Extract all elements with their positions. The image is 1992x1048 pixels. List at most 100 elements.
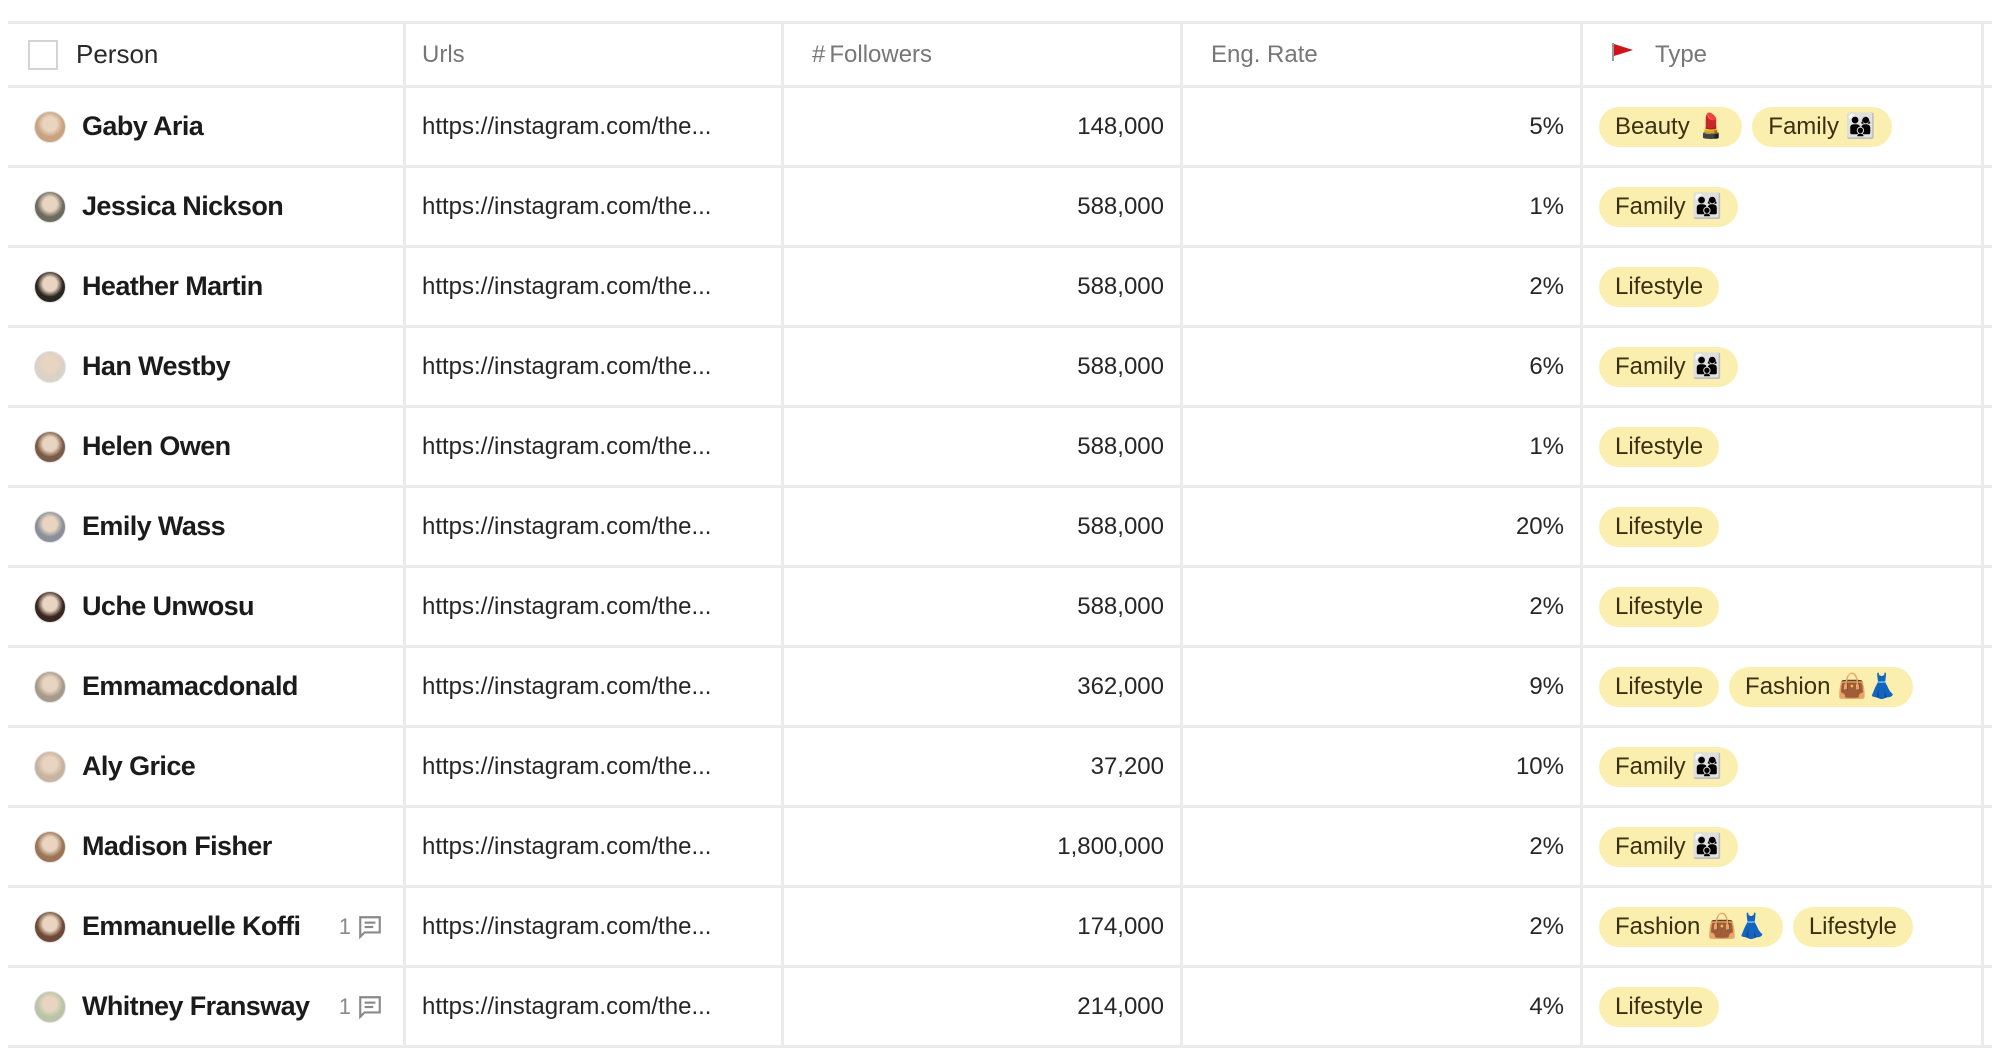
url-link[interactable]: https://instagram.com/the... (422, 193, 711, 221)
url-link[interactable]: https://instagram.com/the... (422, 273, 711, 301)
url-cell[interactable]: https://instagram.com/the... (406, 488, 784, 565)
person-name[interactable]: Madison Fisher (82, 831, 383, 862)
url-cell[interactable]: https://instagram.com/the... (406, 728, 784, 805)
type-tag[interactable]: Lifestyle (1599, 266, 1720, 307)
table-row[interactable]: Jessica Nickson https://instagram.com/th… (8, 168, 1992, 248)
url-link[interactable]: https://instagram.com/the... (422, 353, 711, 381)
person-name[interactable]: Emily Wass (82, 511, 383, 542)
type-cell[interactable]: Lifestyle (1583, 408, 1984, 485)
eng-rate-cell[interactable]: 9% (1183, 648, 1583, 725)
url-cell[interactable]: https://instagram.com/the... (406, 248, 784, 325)
url-link[interactable]: https://instagram.com/the... (422, 993, 711, 1021)
eng-rate-cell[interactable]: 2% (1183, 808, 1583, 885)
url-link[interactable]: https://instagram.com/the... (422, 593, 711, 621)
url-cell[interactable]: https://instagram.com/the... (406, 328, 784, 405)
column-header-eng-rate[interactable]: Eng. Rate (1183, 24, 1583, 85)
url-cell[interactable]: https://instagram.com/the... (406, 968, 784, 1045)
person-name[interactable]: Uche Unwosu (82, 591, 383, 622)
followers-cell[interactable]: 148,000 (784, 88, 1183, 165)
url-link[interactable]: https://instagram.com/the... (422, 513, 711, 541)
followers-cell[interactable]: 37,200 (784, 728, 1183, 805)
type-tag[interactable]: Family 👨‍👩‍👦 (1599, 186, 1739, 227)
url-link[interactable]: https://instagram.com/the... (422, 433, 711, 461)
person-cell[interactable]: Uche Unwosu (8, 568, 406, 645)
eng-rate-cell[interactable]: 2% (1183, 568, 1583, 645)
url-link[interactable]: https://instagram.com/the... (422, 113, 711, 141)
type-tag[interactable]: Beauty 💄 (1599, 106, 1743, 147)
followers-cell[interactable]: 588,000 (784, 488, 1183, 565)
type-tag[interactable]: Lifestyle (1599, 506, 1720, 547)
followers-cell[interactable]: 588,000 (784, 328, 1183, 405)
eng-rate-cell[interactable]: 6% (1183, 328, 1583, 405)
type-cell[interactable]: Lifestyle (1583, 488, 1984, 565)
table-row[interactable]: Gaby Aria https://instagram.com/the... 1… (8, 88, 1992, 168)
followers-cell[interactable]: 588,000 (784, 568, 1183, 645)
type-cell[interactable]: Lifestyle Fashion 👜👗 (1583, 648, 1984, 725)
table-row[interactable]: Heather Martin https://instagram.com/the… (8, 248, 1992, 328)
eng-rate-cell[interactable]: 2% (1183, 888, 1583, 965)
person-name[interactable]: Emmanuelle Koffi (82, 911, 339, 942)
select-all-checkbox[interactable] (28, 39, 58, 70)
person-cell[interactable]: Gaby Aria (8, 88, 406, 165)
person-cell[interactable]: Heather Martin (8, 248, 406, 325)
type-cell[interactable]: Lifestyle (1583, 248, 1984, 325)
followers-cell[interactable]: 174,000 (784, 888, 1183, 965)
url-link[interactable]: https://instagram.com/the... (422, 913, 711, 941)
type-cell[interactable]: Family 👨‍👩‍👦 (1583, 728, 1984, 805)
person-name[interactable]: Emmamacdonald (82, 671, 383, 702)
url-link[interactable]: https://instagram.com/the... (422, 673, 711, 701)
eng-rate-cell[interactable]: 1% (1183, 408, 1583, 485)
url-cell[interactable]: https://instagram.com/the... (406, 408, 784, 485)
type-tag[interactable]: Lifestyle (1792, 906, 1913, 947)
url-cell[interactable]: https://instagram.com/the... (406, 648, 784, 725)
url-cell[interactable]: https://instagram.com/the... (406, 808, 784, 885)
followers-cell[interactable]: 362,000 (784, 648, 1183, 725)
url-cell[interactable]: https://instagram.com/the... (406, 168, 784, 245)
type-tag[interactable]: Lifestyle (1599, 586, 1720, 627)
url-cell[interactable]: https://instagram.com/the... (406, 888, 784, 965)
person-cell[interactable]: Madison Fisher (8, 808, 406, 885)
type-tag[interactable]: Fashion 👜👗 (1729, 666, 1913, 707)
person-cell[interactable]: Emmanuelle Koffi 1 (8, 888, 406, 965)
person-name[interactable]: Aly Grice (82, 751, 383, 782)
type-tag[interactable]: Lifestyle (1599, 426, 1720, 467)
comment-count[interactable]: 1 (339, 994, 383, 1020)
url-link[interactable]: https://instagram.com/the... (422, 753, 711, 781)
column-header-person[interactable]: Person (8, 24, 406, 85)
type-tag[interactable]: Lifestyle (1599, 666, 1720, 707)
type-cell[interactable]: Family 👨‍👩‍👦 (1583, 808, 1984, 885)
type-cell[interactable]: Fashion 👜👗 Lifestyle (1583, 888, 1984, 965)
person-name[interactable]: Whitney Fransway (82, 991, 339, 1022)
followers-cell[interactable]: 588,000 (784, 168, 1183, 245)
person-cell[interactable]: Helen Owen (8, 408, 406, 485)
person-name[interactable]: Helen Owen (82, 431, 383, 462)
comment-count[interactable]: 1 (339, 914, 383, 940)
type-cell[interactable]: Family 👨‍👩‍👦 (1583, 328, 1984, 405)
type-tag[interactable]: Fashion 👜👗 (1599, 906, 1783, 947)
eng-rate-cell[interactable]: 5% (1183, 88, 1583, 165)
type-tag[interactable]: Family 👨‍👩‍👦 (1599, 746, 1739, 787)
person-name[interactable]: Heather Martin (82, 271, 383, 302)
table-row[interactable]: Emmamacdonald https://instagram.com/the.… (8, 648, 1992, 728)
person-cell[interactable]: Han Westby (8, 328, 406, 405)
table-row[interactable]: Emily Wass https://instagram.com/the... … (8, 488, 1992, 568)
followers-cell[interactable]: 588,000 (784, 408, 1183, 485)
followers-cell[interactable]: 588,000 (784, 248, 1183, 325)
table-row[interactable]: Helen Owen https://instagram.com/the... … (8, 408, 1992, 488)
eng-rate-cell[interactable]: 20% (1183, 488, 1583, 565)
url-cell[interactable]: https://instagram.com/the... (406, 88, 784, 165)
type-cell[interactable]: Lifestyle (1583, 968, 1984, 1045)
type-cell[interactable]: Beauty 💄 Family 👨‍👩‍👦 (1583, 88, 1984, 165)
type-cell[interactable]: Lifestyle (1583, 568, 1984, 645)
url-cell[interactable]: https://instagram.com/the... (406, 568, 784, 645)
table-row[interactable]: Madison Fisher https://instagram.com/the… (8, 808, 1992, 888)
table-row[interactable]: Aly Grice https://instagram.com/the... 3… (8, 728, 1992, 808)
person-name[interactable]: Jessica Nickson (82, 191, 383, 222)
person-name[interactable]: Gaby Aria (82, 111, 383, 142)
followers-cell[interactable]: 214,000 (784, 968, 1183, 1045)
person-cell[interactable]: Emily Wass (8, 488, 406, 565)
eng-rate-cell[interactable]: 10% (1183, 728, 1583, 805)
person-name[interactable]: Han Westby (82, 351, 383, 382)
person-cell[interactable]: Jessica Nickson (8, 168, 406, 245)
table-row[interactable]: Emmanuelle Koffi 1 https://instagram.com… (8, 888, 1992, 968)
